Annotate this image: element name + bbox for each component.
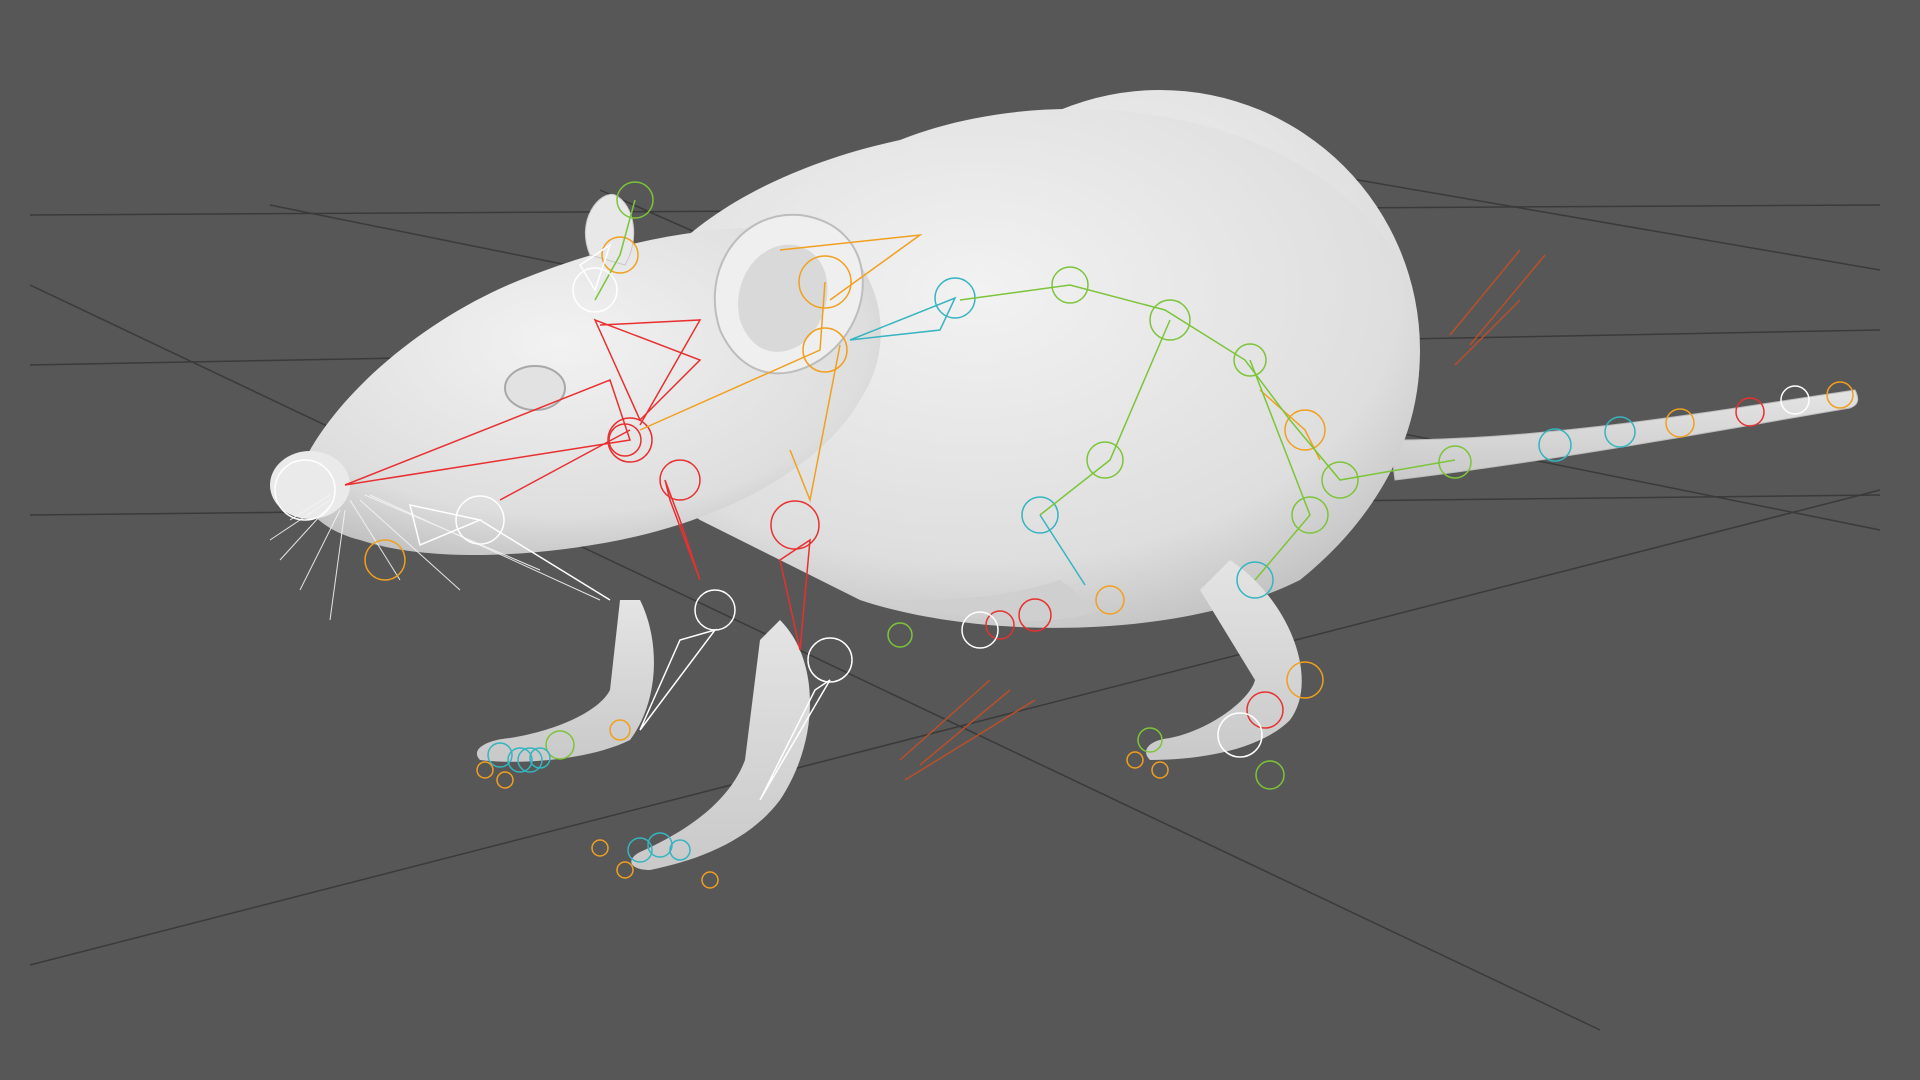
viewport-canvas[interactable] <box>0 0 1920 1080</box>
paw-digits[interactable] <box>476 751 1169 889</box>
3d-viewport[interactable] <box>0 0 1920 1080</box>
